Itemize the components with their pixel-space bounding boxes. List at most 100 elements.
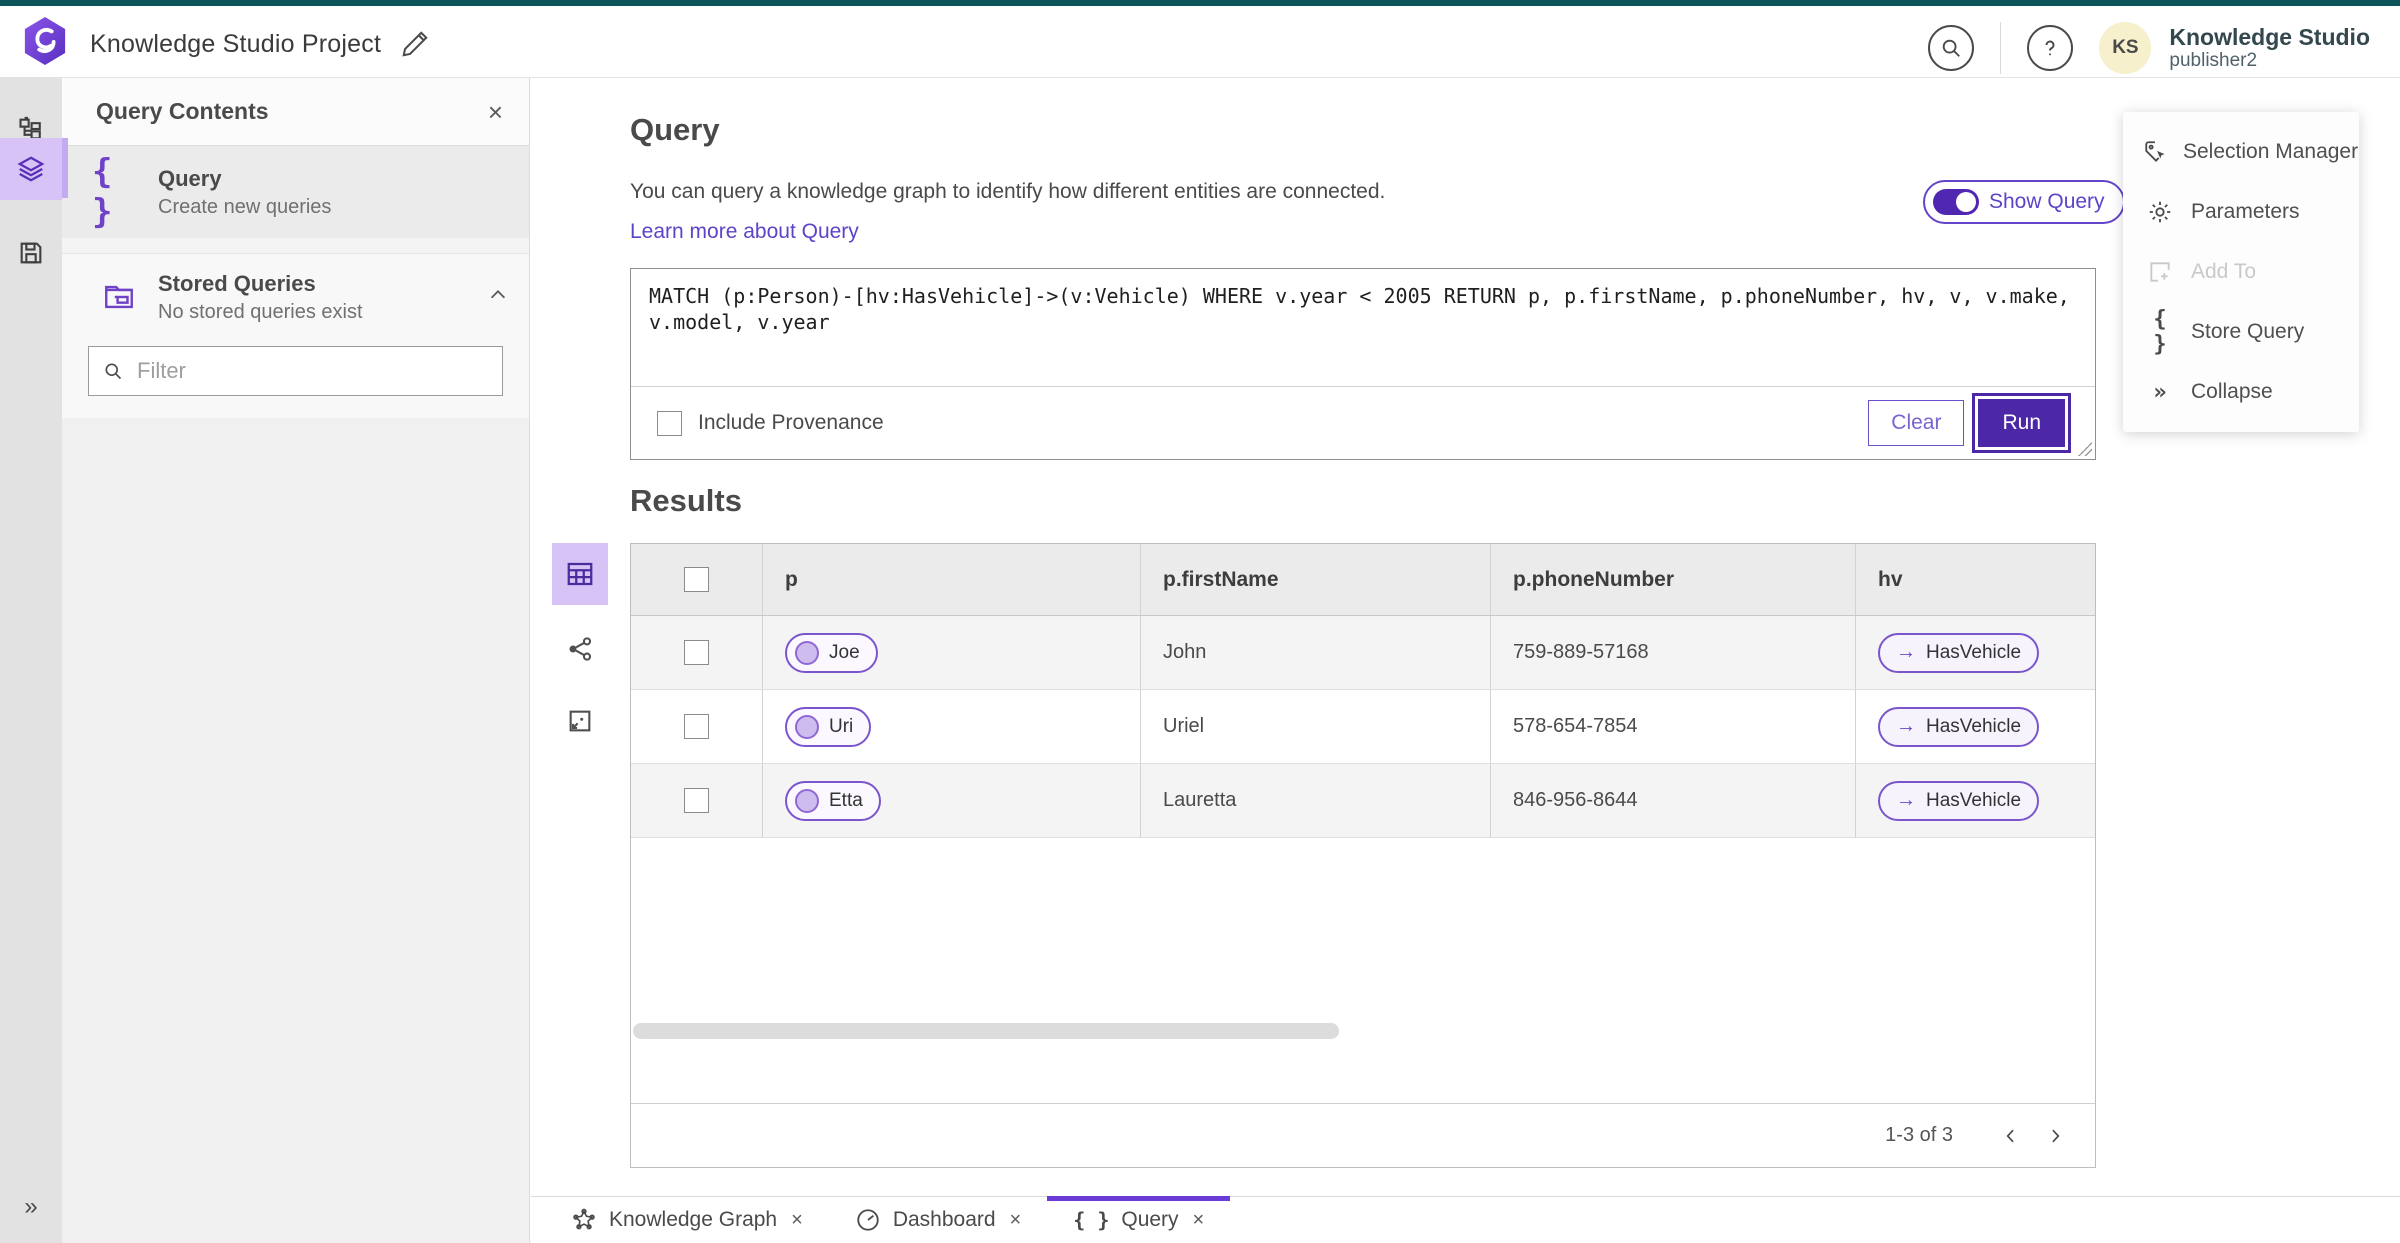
user-info[interactable]: Knowledge Studio publisher2 [2169, 24, 2370, 72]
app-header: Knowledge Studio Project KS Knowledge St… [0, 6, 2400, 78]
show-query-toggle[interactable]: Show Query [1923, 180, 2125, 224]
table-header-row: p p.firstName p.phoneNumber hv [631, 544, 2095, 616]
query-text-input[interactable]: MATCH (p:Person)-[hv:HasVehicle]->(v:Veh… [631, 269, 2095, 387]
cell-firstname: Lauretta [1163, 789, 1237, 811]
filter-input[interactable] [137, 358, 488, 384]
table-row: Etta Lauretta 846-956-8644 → HasVehicle [631, 764, 2095, 838]
table-empty-space [631, 838, 2095, 1103]
close-tab-icon[interactable]: × [1193, 1209, 1205, 1232]
search-icon [1943, 39, 1961, 57]
horizontal-scrollbar[interactable] [633, 1023, 2095, 1041]
cell-phonenumber: 759-889-57168 [1513, 641, 1649, 663]
tab-knowledge-graph[interactable]: Knowledge Graph × [545, 1197, 829, 1243]
column-header-hv[interactable]: hv [1878, 568, 1903, 592]
save-icon [20, 242, 42, 264]
help-button[interactable] [2027, 25, 2074, 71]
collapse-chevrons-icon: » [2153, 379, 2167, 405]
open-in-map-icon [569, 710, 591, 732]
close-tab-icon[interactable]: × [1010, 1209, 1022, 1232]
previous-page-button[interactable] [1989, 1114, 2033, 1158]
pencil-icon [402, 30, 428, 57]
run-button[interactable]: Run [1978, 399, 2065, 447]
header-actions: KS Knowledge Studio publisher2 [1928, 12, 2400, 84]
row-checkbox[interactable] [684, 714, 709, 739]
column-header-firstname[interactable]: p.firstName [1163, 568, 1279, 592]
clear-button[interactable]: Clear [1868, 400, 1965, 446]
expand-chevrons-icon: » [24, 1193, 38, 1220]
left-icon-rail: » [0, 78, 62, 1243]
close-icon: × [487, 96, 503, 127]
resize-handle[interactable] [2078, 442, 2092, 456]
entity-node-icon [795, 640, 819, 665]
braces-icon: { } [2153, 307, 2167, 357]
layers-rail-button[interactable] [0, 138, 62, 200]
add-to-icon [2143, 259, 2177, 285]
column-header-p[interactable]: p [785, 568, 798, 592]
parameters-button[interactable]: Parameters [2123, 182, 2359, 242]
row-checkbox[interactable] [684, 640, 709, 665]
panel-selection-indicator [62, 138, 68, 198]
table-icon [567, 562, 593, 586]
cell-firstname: John [1163, 641, 1207, 663]
relationship-pill[interactable]: → HasVehicle [1878, 780, 2040, 821]
table-footer: 1-3 of 3 [631, 1103, 2095, 1167]
header-divider [2000, 22, 2002, 74]
dashboard-icon [855, 1207, 881, 1233]
user-avatar[interactable]: KS [2099, 22, 2152, 74]
tab-query[interactable]: { } Query × [1047, 1196, 1231, 1243]
column-header-phonenumber[interactable]: p.phoneNumber [1513, 568, 1674, 592]
cell-firstname: Uriel [1163, 715, 1205, 737]
save-rail-button[interactable] [0, 224, 62, 282]
results-title: Results [630, 483, 742, 518]
panel-item-query[interactable]: { } Query Create new queries [62, 146, 529, 238]
cell-phonenumber: 846-956-8644 [1513, 789, 1638, 811]
link-chart-icon [569, 637, 592, 661]
learn-more-link[interactable]: Learn more about Query [630, 220, 859, 244]
selection-manager-button[interactable]: Selection Manager [2123, 122, 2359, 182]
map-view-button[interactable] [552, 693, 608, 749]
arrow-right-icon: → [1896, 789, 1916, 811]
entity-pill[interactable]: Uri [785, 706, 872, 747]
panel-header: Query Contents × [62, 78, 529, 146]
query-editor-footer: Include Provenance Clear Run [631, 387, 2095, 459]
store-query-button[interactable]: { } Store Query [2123, 302, 2359, 362]
panel-item-subtitle: Create new queries [158, 195, 332, 218]
search-button[interactable] [1928, 25, 1975, 71]
select-all-checkbox[interactable] [684, 567, 709, 592]
table-view-button[interactable] [552, 543, 608, 605]
layers-icon [17, 156, 45, 182]
results-table: p p.firstName p.phoneNumber hv Joe John … [630, 543, 2096, 1168]
edit-title-button[interactable] [398, 28, 432, 62]
scrollbar-thumb[interactable] [633, 1023, 1339, 1039]
entity-pill[interactable]: Joe [785, 632, 878, 673]
collapse-button[interactable]: » Collapse [2123, 362, 2359, 422]
row-checkbox[interactable] [684, 788, 709, 813]
query-contents-panel: Query Contents × { } Query Create new qu… [62, 78, 530, 1243]
include-provenance-checkbox[interactable] [657, 410, 682, 436]
chevron-up-icon[interactable] [487, 284, 509, 311]
product-name: Knowledge Studio [2169, 23, 2370, 50]
include-provenance-label: Include Provenance [698, 411, 884, 434]
entity-node-icon [795, 714, 819, 739]
expand-rail-button[interactable]: » [0, 1185, 62, 1229]
chevron-right-icon [2052, 1129, 2060, 1142]
next-page-button[interactable] [2033, 1114, 2077, 1158]
query-editor-box: MATCH (p:Person)-[hv:HasVehicle]->(v:Veh… [630, 268, 2096, 460]
entity-pill[interactable]: Etta [785, 780, 881, 821]
username: publisher2 [2169, 50, 2258, 72]
knowledge-graph-icon [571, 1207, 597, 1233]
project-title: Knowledge Studio Project [90, 30, 382, 58]
pagination-label: 1-3 of 3 [1885, 1124, 1953, 1146]
panel-item-title: Query [158, 165, 222, 191]
bottom-tab-bar: Knowledge Graph × Dashboard × { } Query … [531, 1196, 2400, 1243]
panel-close-button[interactable]: × [488, 99, 503, 125]
panel-item-stored-queries[interactable]: Stored Queries No stored queries exist [62, 254, 529, 340]
close-tab-icon[interactable]: × [791, 1209, 803, 1232]
knowledge-studio-logo [24, 17, 66, 65]
link-chart-view-button[interactable] [552, 621, 608, 677]
tab-dashboard[interactable]: Dashboard × [829, 1197, 1047, 1243]
relationship-pill[interactable]: → HasVehicle [1878, 706, 2040, 747]
page-title: Query [630, 112, 720, 147]
search-icon [105, 363, 122, 380]
relationship-pill[interactable]: → HasVehicle [1878, 632, 2040, 673]
